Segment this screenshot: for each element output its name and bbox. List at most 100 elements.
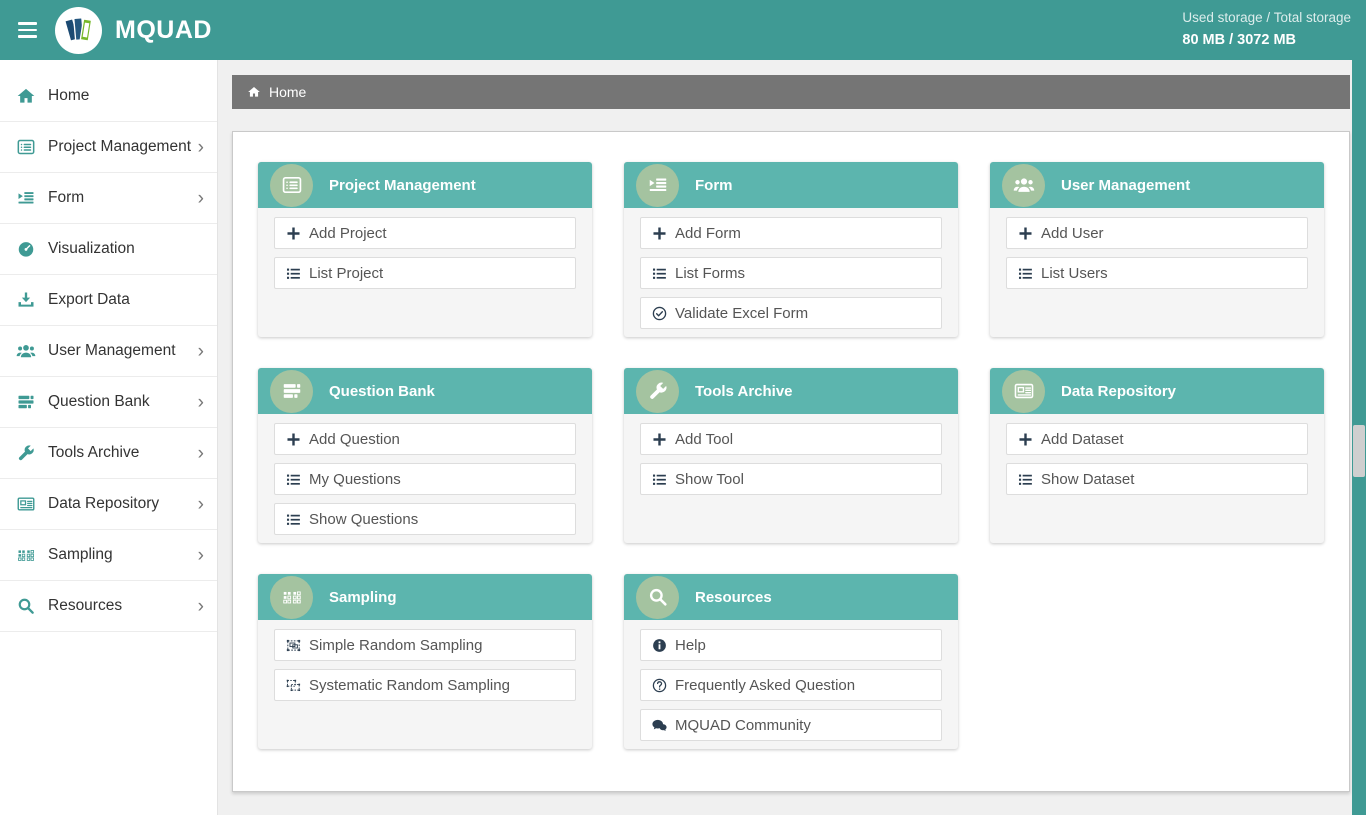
sidebar-item-export-data[interactable]: Export Data: [0, 275, 217, 326]
add-form-button[interactable]: Add Form: [640, 217, 942, 249]
home-icon: [16, 86, 36, 106]
add-question-button[interactable]: Add Question: [274, 423, 576, 455]
validate-excel-form-button[interactable]: Validate Excel Form: [640, 297, 942, 329]
show-dataset-button[interactable]: Show Dataset: [1006, 463, 1308, 495]
card-title: Sampling: [329, 589, 397, 606]
main-content: Home Project Management Add Project List…: [218, 0, 1366, 815]
card-item-label: Add User: [1041, 225, 1104, 242]
card-grid: Project Management Add Project List Proj…: [258, 162, 1324, 749]
card-item-label: Add Dataset: [1041, 431, 1124, 448]
card-item-label: MQUAD Community: [675, 717, 811, 734]
sidebar-item-tools-archive[interactable]: Tools Archive ›: [0, 428, 217, 479]
sidebar-item-data-repository[interactable]: Data Repository ›: [0, 479, 217, 530]
plus-icon: [1017, 431, 1034, 448]
my-questions-button[interactable]: My Questions: [274, 463, 576, 495]
plus-icon: [651, 431, 668, 448]
sidebar-item-label: User Management: [48, 342, 176, 360]
plus-icon: [285, 431, 302, 448]
card-item-label: Show Questions: [309, 511, 418, 528]
chevron-right-icon: ›: [198, 189, 204, 208]
add-dataset-button[interactable]: Add Dataset: [1006, 423, 1308, 455]
add-user-button[interactable]: Add User: [1006, 217, 1308, 249]
show-questions-button[interactable]: Show Questions: [274, 503, 576, 535]
simple-random-sampling-button[interactable]: Simple Random Sampling: [274, 629, 576, 661]
sidebar-item-project-management[interactable]: Project Management ›: [0, 122, 217, 173]
card-item-label: List Project: [309, 265, 383, 282]
sidebar-item-sampling[interactable]: Sampling ›: [0, 530, 217, 581]
storage-indicator: Used storage / Total storage 80 MB / 307…: [1182, 8, 1351, 51]
sidebar-item-form[interactable]: Form ›: [0, 173, 217, 224]
tools-archive-icon: [16, 443, 36, 463]
sidebar-item-resources[interactable]: Resources ›: [0, 581, 217, 632]
sidebar-item-label: Visualization: [48, 240, 135, 258]
question-bank-icon: [16, 392, 36, 412]
add-tool-button[interactable]: Add Tool: [640, 423, 942, 455]
card-header: Project Management: [258, 162, 592, 208]
breadcrumb-home-link[interactable]: Home: [269, 84, 306, 100]
chevron-right-icon: ›: [198, 138, 204, 157]
sampling-icon: [270, 576, 313, 619]
card-header: Resources: [624, 574, 958, 620]
app-title: MQUAD: [115, 16, 212, 45]
sidebar-item-label: Data Repository: [48, 495, 159, 513]
card-body: Add Dataset Show Dataset: [990, 414, 1324, 504]
card-title: User Management: [1061, 177, 1190, 194]
sidebar-item-label: Sampling: [48, 546, 113, 564]
list-icon: [1017, 265, 1034, 282]
help-button[interactable]: Help: [640, 629, 942, 661]
menu-icon[interactable]: [3, 22, 51, 38]
form-icon: [636, 164, 679, 207]
data-repository-icon: [16, 494, 36, 514]
faq-button[interactable]: Frequently Asked Question: [640, 669, 942, 701]
scrollbar[interactable]: [1352, 0, 1366, 815]
list-icon: [285, 511, 302, 528]
list-project-button[interactable]: List Project: [274, 257, 576, 289]
card-item-label: List Forms: [675, 265, 745, 282]
card-item-label: Show Tool: [675, 471, 744, 488]
sidebar-item-home[interactable]: Home: [0, 71, 217, 122]
chevron-right-icon: ›: [198, 597, 204, 616]
check-circle-icon: [651, 305, 668, 322]
chevron-right-icon: ›: [198, 495, 204, 514]
scrollbar-thumb[interactable]: [1353, 425, 1365, 477]
sidebar-item-user-management[interactable]: User Management ›: [0, 326, 217, 377]
card-item-label: Simple Random Sampling: [309, 637, 482, 654]
data-repository-icon: [1002, 370, 1045, 413]
card-title: Project Management: [329, 177, 476, 194]
systematic-random-sampling-button[interactable]: Systematic Random Sampling: [274, 669, 576, 701]
card-item-label: Frequently Asked Question: [675, 677, 855, 694]
plus-icon: [651, 225, 668, 242]
card-title: Form: [695, 177, 733, 194]
card-sampling: Sampling Simple Random Sampling Systemat…: [258, 574, 592, 749]
card-item-label: Add Question: [309, 431, 400, 448]
show-tool-button[interactable]: Show Tool: [640, 463, 942, 495]
card-header: Question Bank: [258, 368, 592, 414]
question-bank-icon: [270, 370, 313, 413]
card-item-label: Show Dataset: [1041, 471, 1134, 488]
card-user-management: User Management Add User List Users: [990, 162, 1324, 337]
card-project-management: Project Management Add Project List Proj…: [258, 162, 592, 337]
dashboard-panel: Project Management Add Project List Proj…: [232, 131, 1350, 792]
list-icon: [285, 471, 302, 488]
sidebar-item-label: Tools Archive: [48, 444, 139, 462]
card-data-repository: Data Repository Add Dataset Show Dataset: [990, 368, 1324, 543]
object-group-icon: [285, 637, 302, 654]
sidebar-item-visualization[interactable]: Visualization: [0, 224, 217, 275]
books-logo-icon: [56, 7, 102, 53]
list-forms-button[interactable]: List Forms: [640, 257, 942, 289]
sidebar-item-question-bank[interactable]: Question Bank ›: [0, 377, 217, 428]
chevron-right-icon: ›: [198, 342, 204, 361]
card-body: Add User List Users: [990, 208, 1324, 298]
tools-archive-icon: [636, 370, 679, 413]
resources-icon: [16, 596, 36, 616]
app-logo[interactable]: [55, 7, 102, 54]
card-body: Simple Random Sampling Systematic Random…: [258, 620, 592, 710]
card-body: Add Tool Show Tool: [624, 414, 958, 504]
card-question-bank: Question Bank Add Question My Questions …: [258, 368, 592, 543]
chevron-right-icon: ›: [198, 393, 204, 412]
mquad-community-button[interactable]: MQUAD Community: [640, 709, 942, 741]
chevron-right-icon: ›: [198, 546, 204, 565]
list-users-button[interactable]: List Users: [1006, 257, 1308, 289]
add-project-button[interactable]: Add Project: [274, 217, 576, 249]
info-icon: [651, 637, 668, 654]
